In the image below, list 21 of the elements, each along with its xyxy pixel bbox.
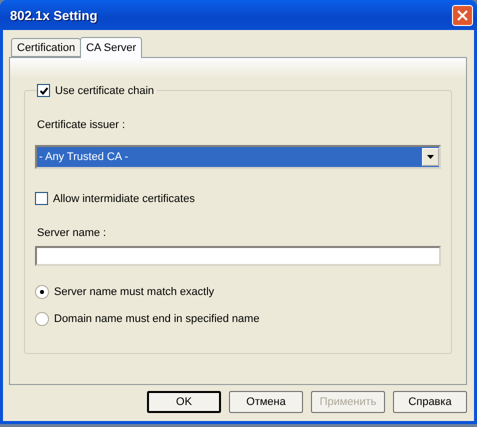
radio-button[interactable] bbox=[35, 285, 49, 299]
radio-button[interactable] bbox=[35, 312, 49, 326]
dialog-button[interactable]: OK bbox=[147, 391, 221, 413]
issuer-dropdown[interactable]: - Any Trusted CA - bbox=[35, 145, 441, 169]
checkbox-label: Allow intermidiate certificates bbox=[53, 192, 195, 204]
caret-icon bbox=[422, 148, 439, 166]
field-label: Server name : bbox=[37, 227, 108, 239]
tab[interactable]: Certification bbox=[11, 38, 82, 57]
tab[interactable]: CA Server bbox=[80, 37, 142, 58]
dialog-button[interactable]: Справка bbox=[393, 391, 467, 413]
server-name-field[interactable] bbox=[35, 246, 441, 266]
checkbox[interactable] bbox=[37, 84, 50, 97]
window-title: 802.1x Setting bbox=[9, 8, 98, 22]
radio-label: Domain name must end in specified name bbox=[54, 313, 260, 325]
checkbox-label: Use certificate chain bbox=[55, 84, 154, 96]
field-label: Certificate issuer : bbox=[37, 119, 126, 131]
dialog-button[interactable]: Отмена bbox=[229, 391, 303, 413]
close-button[interactable] bbox=[452, 4, 473, 26]
checkbox[interactable] bbox=[35, 192, 48, 205]
close-icon bbox=[457, 10, 468, 20]
radio-label: Server name must match exactly bbox=[54, 286, 214, 298]
